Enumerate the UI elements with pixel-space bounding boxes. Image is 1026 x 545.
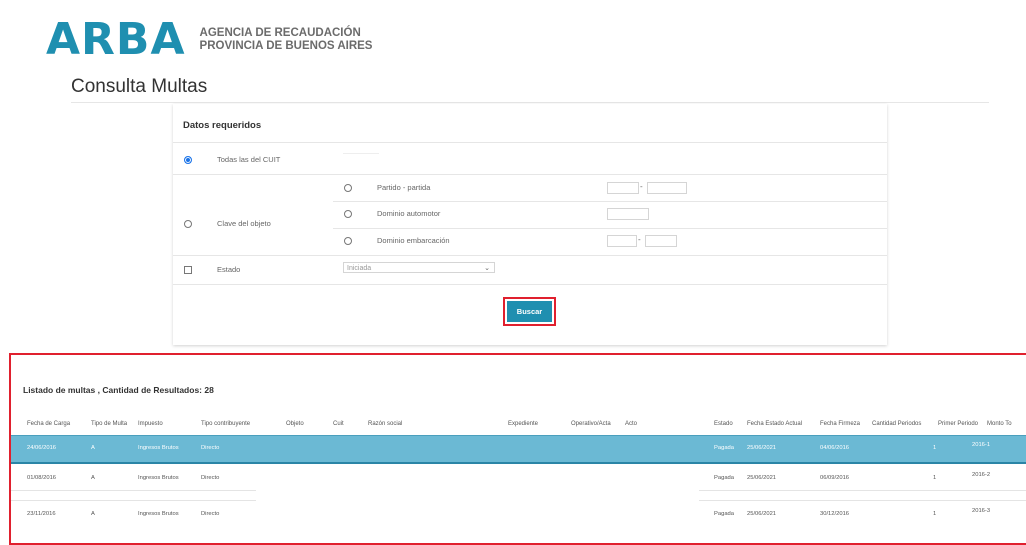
cell-primer-periodo: 2016-1 (972, 442, 991, 448)
todas-cuit-radio[interactable] (184, 156, 192, 164)
table-row[interactable]: 01/08/2016 A Ingresos Brutos Directo Pag… (11, 466, 1026, 492)
results-title: Listado de multas , Cantidad de Resultad… (23, 385, 214, 395)
logo-line-1: AGENCIA DE RECAUDACIÓN (199, 27, 361, 39)
cell-tipo-contribuyente: Directo (201, 511, 220, 517)
col-header: Fecha Estado Actual (747, 421, 803, 427)
dominio-embarcacion-radio[interactable] (344, 237, 352, 245)
cell-fecha-firmeza: 04/06/2016 (820, 445, 850, 451)
partido-partida-radio[interactable] (344, 184, 352, 192)
col-header: Cantidad Periodos (872, 421, 922, 427)
cell-impuesto: Ingresos Brutos (138, 511, 179, 517)
col-header: Impuesto (138, 421, 163, 427)
col-header: Tipo contribuyente (201, 421, 251, 427)
partida-input[interactable] (647, 182, 687, 194)
cell-impuesto: Ingresos Brutos (138, 445, 179, 451)
form-divider (173, 142, 887, 143)
row-divider (699, 500, 1026, 501)
estado-label: Estado (217, 265, 241, 274)
cell-fecha-carga: 24/06/2016 (27, 445, 57, 451)
table-row[interactable]: 23/11/2016 A Ingresos Brutos Directo Pag… (11, 502, 1026, 528)
cell-estado: Pagada (714, 445, 734, 451)
embarcacion-input-2[interactable] (645, 235, 677, 247)
col-header: Objeto (286, 421, 304, 427)
automotor-input[interactable] (607, 208, 649, 220)
form-divider (173, 174, 887, 175)
dominio-automotor-radio[interactable] (344, 210, 352, 218)
cell-primer-periodo: 2016-2 (972, 472, 991, 478)
estado-checkbox[interactable] (184, 266, 192, 274)
dash-separator: - (638, 235, 641, 244)
cell-fecha-estado: 25/06/2021 (747, 445, 777, 451)
col-header: Acto (625, 421, 638, 427)
clave-objeto-label: Clave del objeto (217, 219, 271, 228)
col-header: Primer Periodo (938, 421, 979, 427)
col-header: Razón social (368, 421, 403, 427)
todas-cuit-label: Todas las del CUIT (217, 155, 281, 164)
col-header: Tipo de Multa (91, 421, 128, 427)
cell-cantidad-periodos: 1 (933, 475, 937, 481)
cuit-value-placeholder (343, 153, 379, 154)
cell-tipo-contribuyente: Directo (201, 445, 220, 451)
cell-estado: Pagada (714, 475, 734, 481)
dash-separator: - (640, 182, 643, 191)
col-header: Fecha de Carga (27, 421, 71, 427)
form-divider (173, 284, 887, 285)
row-divider (11, 500, 256, 501)
table-row[interactable]: 24/06/2016 A Ingresos Brutos Directo Pag… (11, 435, 1026, 464)
cell-cantidad-periodos: 1 (933, 511, 937, 517)
partido-partida-label: Partido - partida (377, 183, 431, 192)
form-divider (333, 228, 887, 229)
col-header: Monto To (987, 421, 1012, 427)
col-header: Cuit (333, 421, 344, 427)
cell-tipo-multa: A (91, 511, 95, 517)
cell-fecha-firmeza: 30/12/2016 (820, 511, 850, 517)
dominio-embarcacion-label: Dominio embarcación (377, 236, 450, 245)
chevron-down-icon: ⌄ (484, 265, 490, 272)
estado-select[interactable]: Iniciada ⌄ (343, 262, 495, 273)
cell-fecha-estado: 25/06/2021 (747, 511, 777, 517)
cell-primer-periodo: 2016-3 (972, 508, 991, 514)
page-title: Consulta Multas (71, 76, 208, 97)
cell-estado: Pagada (714, 511, 734, 517)
cell-impuesto: Ingresos Brutos (138, 475, 179, 481)
form-divider (333, 201, 887, 202)
title-divider (71, 102, 989, 103)
cell-tipo-contribuyente: Directo (201, 475, 220, 481)
cell-tipo-multa: A (91, 445, 95, 451)
arba-logo: ARBA AGENCIA DE RECAUDACIÓN PROVINCIA DE… (46, 18, 372, 62)
estado-select-value: Iniciada (347, 265, 372, 272)
logo-subtitle: AGENCIA DE RECAUDACIÓN PROVINCIA DE BUEN… (200, 27, 373, 53)
form-header: Datos requeridos (183, 120, 262, 131)
search-form-panel: Datos requeridos Todas las del CUIT Clav… (173, 104, 887, 345)
buscar-highlight: Buscar (503, 297, 556, 326)
buscar-button[interactable]: Buscar (507, 301, 552, 322)
col-header: Expediente (508, 421, 539, 427)
logo-mark: ARBA (46, 14, 186, 65)
cell-fecha-estado: 25/06/2021 (747, 475, 777, 481)
logo-line-2: PROVINCIA DE BUENOS AIRES (199, 40, 373, 52)
form-divider (173, 255, 887, 256)
col-header: Estado (714, 421, 733, 427)
embarcacion-input-1[interactable] (607, 235, 637, 247)
dominio-automotor-label: Dominio automotor (377, 209, 441, 218)
cell-fecha-firmeza: 06/09/2016 (820, 475, 850, 481)
partido-input[interactable] (607, 182, 639, 194)
cell-fecha-carga: 23/11/2016 (27, 511, 56, 517)
cell-tipo-multa: A (91, 475, 95, 481)
col-header: Operativo/Acta (571, 421, 611, 427)
clave-objeto-radio[interactable] (184, 220, 192, 228)
cell-cantidad-periodos: 1 (933, 445, 937, 451)
cell-fecha-carga: 01/08/2016 (27, 475, 57, 481)
results-panel: Listado de multas , Cantidad de Resultad… (9, 353, 1026, 545)
col-header: Fecha Firmeza (820, 421, 861, 427)
